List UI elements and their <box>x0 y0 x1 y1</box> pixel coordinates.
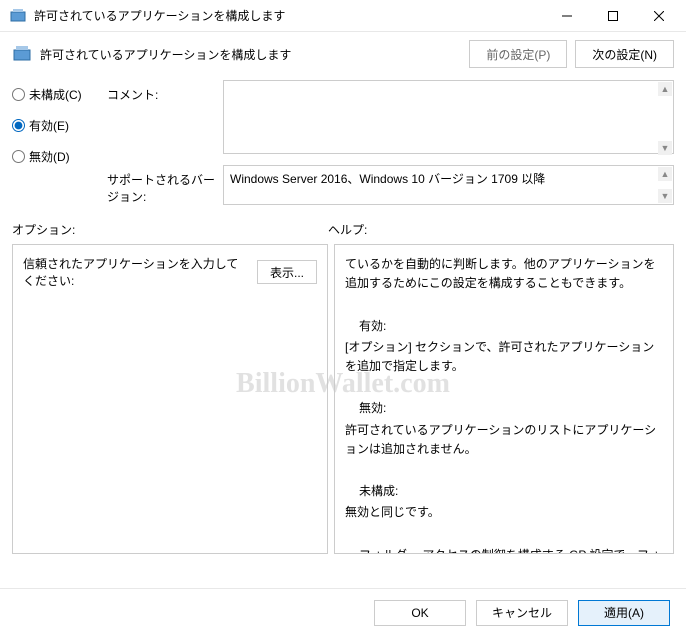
comment-label: コメント: <box>107 80 219 157</box>
cancel-button[interactable]: キャンセル <box>476 600 568 626</box>
maximize-button[interactable] <box>590 0 636 32</box>
options-section-label: オプション: <box>12 221 328 238</box>
prev-setting-button[interactable]: 前の設定(P) <box>469 40 567 68</box>
radio-enabled[interactable]: 有効(E) <box>12 117 97 134</box>
help-section-label: ヘルプ: <box>328 221 674 238</box>
supported-version-text: Windows Server 2016、Windows 10 バージョン 170… <box>223 165 674 205</box>
close-button[interactable] <box>636 0 682 32</box>
state-radio-group: 未構成(C) 有効(E) 無効(D) <box>12 80 97 165</box>
window-title: 許可されているアプリケーションを構成します <box>34 7 544 24</box>
trusted-apps-label: 信頼されたアプリケーションを入力してください: <box>23 255 249 289</box>
ok-button[interactable]: OK <box>374 600 466 626</box>
minimize-button[interactable] <box>544 0 590 32</box>
scroll-down-icon[interactable]: ▼ <box>658 189 672 203</box>
app-icon <box>10 8 26 24</box>
radio-disabled[interactable]: 無効(D) <box>12 148 97 165</box>
help-panel: ているかを自動的に判断します。他のアプリケーションを追加するためにこの設定を構成… <box>334 244 674 554</box>
next-setting-button[interactable]: 次の設定(N) <box>575 40 674 68</box>
scroll-up-icon[interactable]: ▲ <box>658 82 672 96</box>
radio-not-configured[interactable]: 未構成(C) <box>12 86 97 103</box>
policy-icon <box>12 44 32 64</box>
apply-button[interactable]: 適用(A) <box>578 600 670 626</box>
supported-version-label: サポートされるバージョン: <box>107 165 219 205</box>
scroll-up-icon[interactable]: ▲ <box>658 167 672 181</box>
title-bar: 許可されているアプリケーションを構成します <box>0 0 686 32</box>
header-bar: 許可されているアプリケーションを構成します 前の設定(P) 次の設定(N) <box>0 32 686 76</box>
help-text: ているかを自動的に判断します。他のアプリケーションを追加するためにこの設定を構成… <box>345 255 663 554</box>
show-button[interactable]: 表示... <box>257 260 317 284</box>
comment-textarea[interactable] <box>223 80 674 154</box>
options-panel: 信頼されたアプリケーションを入力してください: 表示... <box>12 244 328 554</box>
header-title: 許可されているアプリケーションを構成します <box>40 46 461 63</box>
footer-bar: OK キャンセル 適用(A) <box>0 588 686 636</box>
scroll-down-icon[interactable]: ▼ <box>658 141 672 155</box>
